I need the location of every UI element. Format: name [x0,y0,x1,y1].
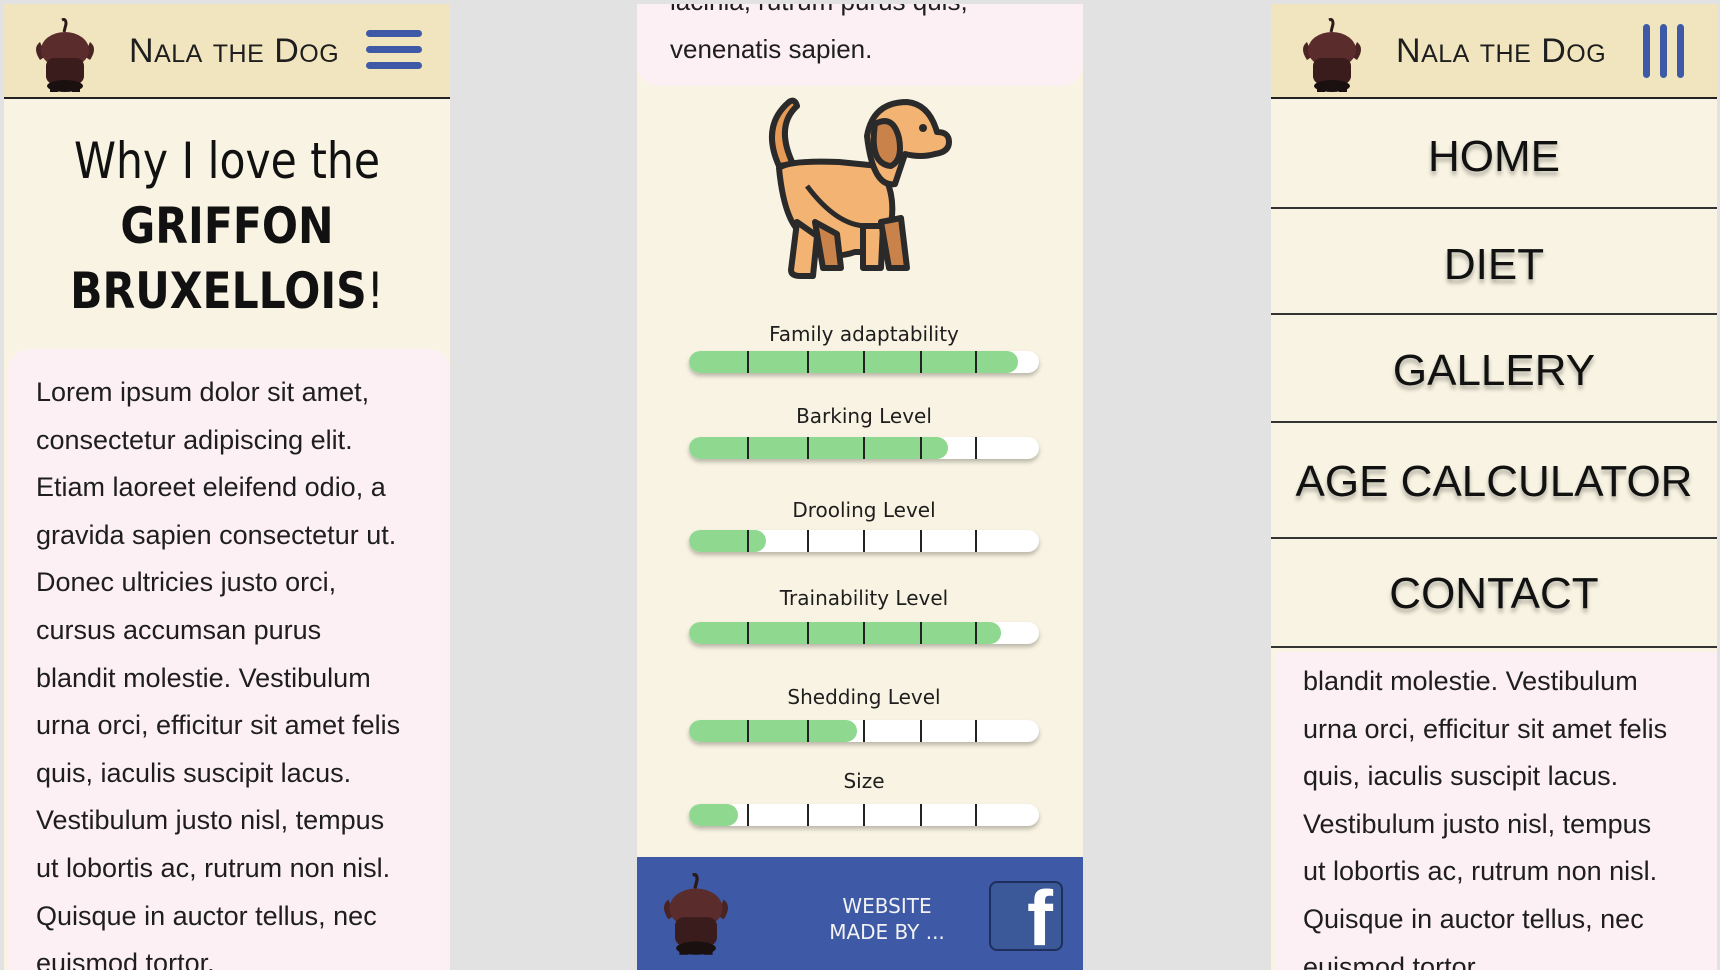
nav-menu: HOME DIET GALLERY AGE CALCULATOR CONTACT [1271,101,1717,648]
rating-bar-tick [920,437,922,459]
rating-bar-tick [807,804,809,826]
rating-bar-tick [807,351,809,373]
rating-bar [689,804,1039,826]
phone-screen-menu-open: NALA THE DOG HOME DIET GALLERY AGE CALCU… [1271,4,1717,970]
site-header: NALA THE DOG [1271,4,1717,99]
rating-bar-tick [863,530,865,552]
text-line: quis, iaculis suscipit lacus. [36,757,352,788]
text-line: Etiam laoreet eleifend odio, a [36,472,386,503]
text-line: blandit molestie. Vestibulum [1303,666,1638,696]
hamburger-menu-icon[interactable] [366,30,422,82]
text-line: Vestibulum justo nisl, tempus [36,805,385,836]
text-card-tail: lacinia, rutrum purus quis, venenatis sa… [637,4,1083,86]
rating-bar-tick [975,530,977,552]
page-title: Why I love the GRIFFON BRUXELLOIS! [70,132,384,320]
dog-logo-icon[interactable] [1299,18,1365,94]
text-line: blandit molestie. Vestibulum [36,662,371,693]
rating-bar-tick [807,437,809,459]
rating-bar [689,351,1039,373]
rating-bar-tick [975,622,977,644]
text-line: euismod tortor. [36,948,215,970]
text-line: cursus accumsan purus [36,614,322,645]
rating-label-text: Trainability Level [779,586,949,610]
rating-bar-tick [807,622,809,644]
nav-item-diet[interactable]: DIET [1271,209,1717,315]
rating-bar-tick [747,530,749,552]
rating-bar-tick [747,351,749,373]
rating-bar-tick [920,720,922,742]
rating-bar-tick [747,720,749,742]
site-header: NALA THE DOG [4,4,450,99]
rating-bar-tick [863,804,865,826]
rating-bar-tick [975,804,977,826]
rating-bar [689,622,1039,644]
site-brand[interactable]: NALA THE DOG [129,32,339,71]
rating-bar-tick [807,720,809,742]
rating-bar-tick [863,351,865,373]
rating-bar-fill [689,720,857,742]
vertical-bars-icon[interactable] [1643,24,1695,80]
site-footer: WEBSITE MADE BY ... f [637,857,1083,970]
intro-text-card: blandit molestie. Vestibulum urna orci, … [1275,652,1717,970]
rating-bar-tick [807,530,809,552]
text-line: urna orci, efficitur sit amet felis [1303,713,1668,744]
rating-label-text: Size [843,769,885,793]
rating-bar [689,720,1039,742]
dog-illustration [769,97,952,279]
rating-bar-fill [689,437,948,459]
rating-bar-tick [920,804,922,826]
rating-bar-tick [920,351,922,373]
phone-screen-home: NALA THE DOG Why I love the GRIFFON BRUX… [4,4,450,970]
nav-item-gallery[interactable]: GALLERY [1271,315,1717,423]
rating-label-text: Shedding Level [787,685,941,709]
rating-bar-fill [689,351,1018,373]
rating-label-text: Barking Level [796,404,932,428]
rating-bar-tick [747,622,749,644]
text-line: Quisque in auctor tellus, nec [1303,903,1644,934]
rating-label-text: Family adaptability [769,322,959,346]
rating-bar-tick [975,437,977,459]
text-line: consectetur adipiscing elit. [36,424,353,455]
dog-logo-icon[interactable] [659,873,733,957]
rating-bar-tick [920,622,922,644]
dog-logo-icon[interactable] [32,18,98,94]
rating-bar-tick [863,622,865,644]
text-line: urna orci, efficitur sit amet felis [36,710,401,741]
intro-text-card: Lorem ipsum dolor sit amet, consectetur … [8,349,450,970]
rating-bar-fill [689,530,766,552]
phone-screen-ratings: lacinia, rutrum purus quis, venenatis sa… [637,4,1083,970]
text-line: Lorem ipsum dolor sit amet, [36,377,370,407]
site-brand[interactable]: NALA THE DOG [1396,32,1606,71]
rating-bar-tick [747,437,749,459]
rating-bar-fill [689,622,1001,644]
rating-bar-tick [863,720,865,742]
rating-label-text: Drooling Level [792,498,936,522]
facebook-icon[interactable]: f [989,881,1063,951]
text-line: venenatis sapien. [670,34,873,64]
footer-credit: WEBSITE MADE BY ... [829,894,945,944]
text-line: quis, iaculis suscipit lacus. [1303,761,1619,792]
text-line: Quisque in auctor tellus, nec [36,900,377,931]
nav-item-age-calculator[interactable]: AGE CALCULATOR [1271,423,1717,539]
text-line: euismod tortor. [1303,951,1482,970]
text-line: ut lobortis ac, rutrum non nisl. [1303,856,1658,887]
rating-bar-tick [747,804,749,826]
nav-item-contact[interactable]: CONTACT [1271,539,1717,648]
text-line: gravida sapien consectetur ut. [36,519,397,550]
rating-bar-tick [975,351,977,373]
rating-bar-fill [689,804,738,826]
text-line: lacinia, rutrum purus quis, [670,4,968,17]
rating-bar-tick [863,437,865,459]
text-line: Vestibulum justo nisl, tempus [1303,808,1652,839]
rating-bar-tick [975,720,977,742]
rating-bar-tick [920,530,922,552]
text-line: Donec ultricies justo orci, [36,567,337,598]
nav-item-home[interactable]: HOME [1271,101,1717,209]
rating-bar [689,530,1039,552]
text-line: ut lobortis ac, rutrum non nisl. [36,852,391,883]
rating-bar [689,437,1039,459]
